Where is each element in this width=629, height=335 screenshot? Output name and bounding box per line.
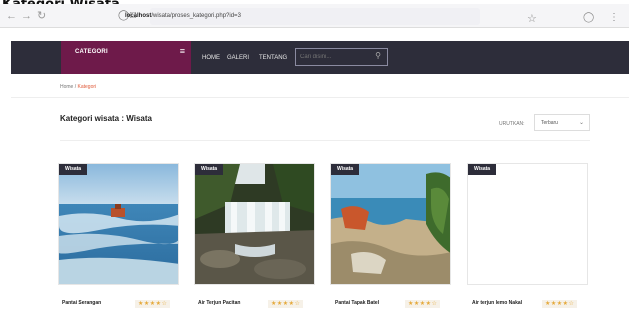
search-box: ⚲	[295, 48, 388, 66]
hamburger-icon[interactable]: ≡	[180, 46, 185, 56]
product-name[interactable]: Pantai Serangan	[62, 300, 101, 306]
category-badge: Wisata	[195, 164, 224, 175]
rating-stars: ★★★★☆	[268, 300, 304, 308]
back-icon[interactable]: ←	[6, 10, 17, 22]
shield-icon[interactable]: ◯	[583, 12, 594, 23]
url-text[interactable]: localhost/wisata/proses_kategori.php?id=…	[125, 13, 241, 19]
product-name[interactable]: Pantai Tapak Batel	[335, 300, 379, 306]
nav-tentang[interactable]: TENTANG	[259, 55, 287, 61]
breadcrumb-current: Kategori	[77, 84, 97, 90]
browser-toolbar: ← → ↻ ◯ □ localhost/wisata/proses_katego…	[0, 4, 629, 28]
bookmark-star-icon[interactable]: ☆	[527, 12, 537, 25]
product-card[interactable]: Wisata	[58, 163, 179, 285]
nav-home[interactable]: HOME	[202, 55, 220, 61]
rating-stars: ★★★★☆	[542, 300, 578, 308]
site-navbar: CATEGORI ≡ HOME GALERI TENTANG ⚲	[11, 41, 629, 74]
reload-icon[interactable]: ↻	[37, 10, 46, 22]
page-title: Kategori wisata : Wisata	[60, 114, 152, 123]
menu-icon[interactable]: ⋮	[609, 12, 619, 23]
product-name[interactable]: Air terjun lemo Nakal	[472, 300, 522, 306]
categori-label: CATEGORI	[75, 49, 108, 55]
search-icon[interactable]: ⚲	[375, 51, 381, 60]
search-input[interactable]	[296, 49, 374, 65]
category-badge: Wisata	[59, 164, 88, 175]
nav-galeri[interactable]: GALERI	[227, 55, 249, 61]
categori-button[interactable]: CATEGORI ≡	[61, 41, 191, 74]
product-name[interactable]: Air Terjun Pacitan	[198, 300, 240, 306]
product-image[interactable]	[331, 164, 451, 285]
divider	[60, 140, 590, 141]
divider	[11, 97, 629, 98]
breadcrumb-home[interactable]: Home	[60, 84, 73, 90]
forward-icon[interactable]: →	[21, 10, 32, 22]
rating-stars: ★★★★☆	[405, 300, 441, 308]
breadcrumb: Home / Kategori	[60, 84, 96, 90]
sort-select[interactable]: Terbaru ⌄	[534, 114, 590, 131]
product-card[interactable]: Wisata	[330, 163, 451, 285]
sort-label: URUTKAN:	[499, 121, 525, 127]
product-card[interactable]: Wisata	[467, 163, 588, 285]
sort-value: Terbaru	[541, 120, 558, 126]
category-badge: Wisata	[331, 164, 360, 175]
product-image[interactable]	[468, 164, 588, 285]
product-image[interactable]	[59, 164, 179, 285]
product-card[interactable]: Wisata	[194, 163, 315, 285]
product-image[interactable]	[195, 164, 315, 285]
category-badge: Wisata	[468, 164, 497, 175]
breadcrumb-separator: /	[74, 84, 77, 90]
rating-stars: ★★★★☆	[135, 300, 171, 308]
chevron-down-icon: ⌄	[578, 120, 584, 126]
